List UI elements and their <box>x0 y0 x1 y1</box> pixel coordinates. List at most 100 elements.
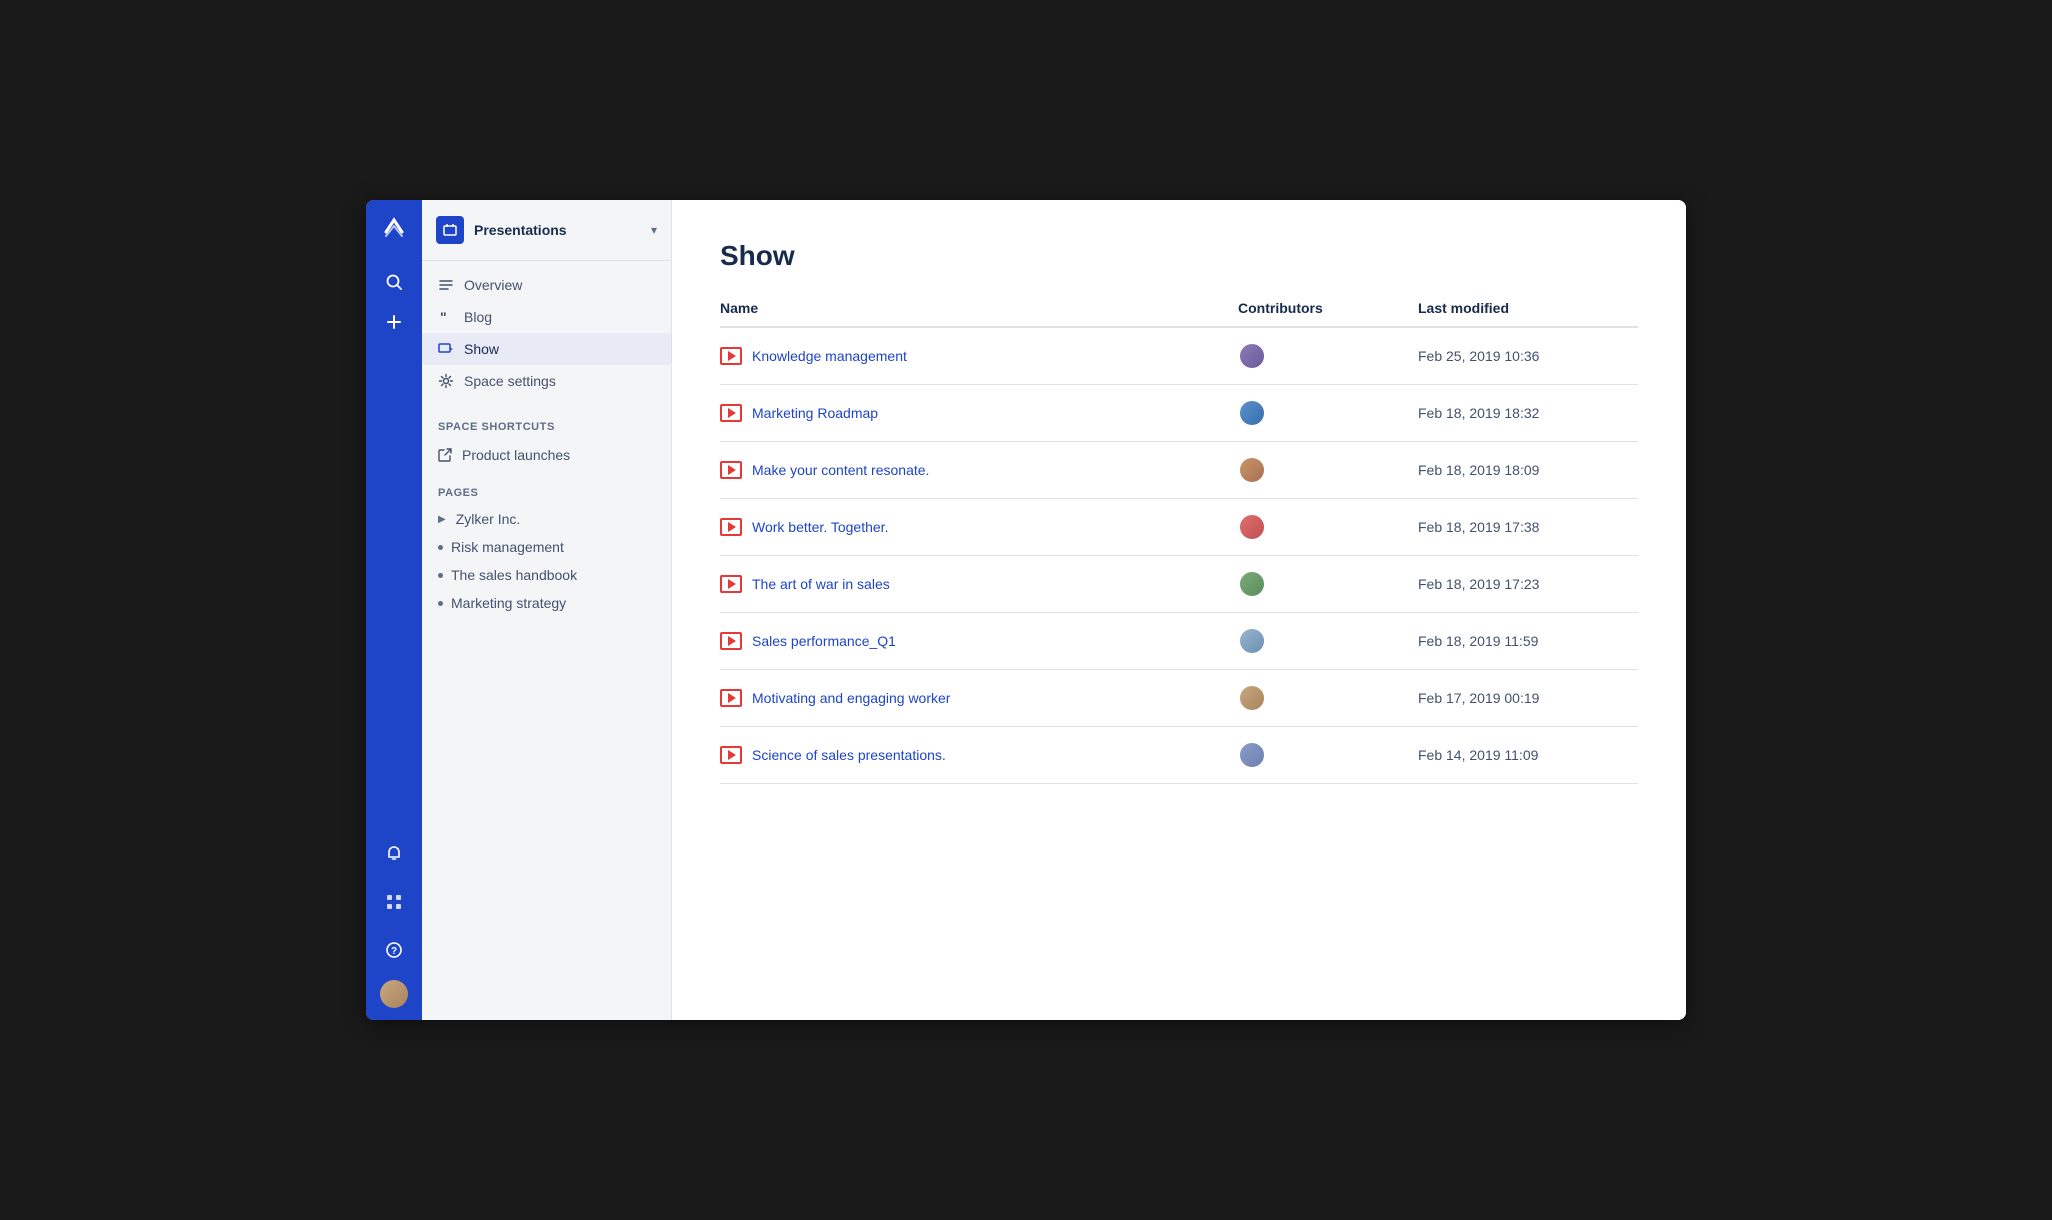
table-rows: Knowledge management Feb 25, 2019 10:36 … <box>720 328 1638 784</box>
presentation-icon <box>720 746 742 764</box>
table-row: Make your content resonate. Feb 18, 2019… <box>720 442 1638 499</box>
date-cell: Feb 18, 2019 17:23 <box>1418 576 1638 592</box>
contributors-cell <box>1238 342 1418 370</box>
help-icon[interactable]: ? <box>376 932 412 968</box>
row-link[interactable]: Knowledge management <box>752 348 907 364</box>
logo[interactable] <box>378 212 410 244</box>
play-icon <box>728 750 736 760</box>
row-link[interactable]: Sales performance_Q1 <box>752 633 896 649</box>
contributors-cell <box>1238 627 1418 655</box>
nav-bar: ? <box>366 200 422 1020</box>
date-cell: Feb 18, 2019 18:09 <box>1418 462 1638 478</box>
avatar <box>1238 741 1266 769</box>
main-content: Show Name Contributors Last modified Kno… <box>672 200 1686 1020</box>
overview-icon <box>438 277 454 293</box>
sidebar-shortcut-product-launches[interactable]: Product launches <box>422 439 671 471</box>
page-zylker-label: Zylker Inc. <box>456 511 521 527</box>
table-row: Science of sales presentations. Feb 14, … <box>720 727 1638 784</box>
date-cell: Feb 18, 2019 11:59 <box>1418 633 1638 649</box>
table-row: The art of war in sales Feb 18, 2019 17:… <box>720 556 1638 613</box>
presentation-icon <box>720 347 742 365</box>
row-link[interactable]: Science of sales presentations. <box>752 747 946 763</box>
sidebar-page-sales-handbook[interactable]: The sales handbook <box>422 561 671 589</box>
table-row: Knowledge management Feb 25, 2019 10:36 <box>720 328 1638 385</box>
col-name: Name <box>720 300 1238 316</box>
play-icon <box>728 522 736 532</box>
table-row: Sales performance_Q1 Feb 18, 2019 11:59 <box>720 613 1638 670</box>
row-link[interactable]: Make your content resonate. <box>752 462 929 478</box>
sidebar-item-show[interactable]: Show <box>422 333 671 365</box>
row-name-cell: Work better. Together. <box>720 518 1238 536</box>
presentation-icon <box>720 689 742 707</box>
date-cell: Feb 18, 2019 18:32 <box>1418 405 1638 421</box>
play-icon <box>728 579 736 589</box>
presentation-icon <box>438 341 454 357</box>
shortcuts-title: SPACE SHORTCUTS <box>422 405 671 439</box>
search-icon[interactable] <box>376 264 412 300</box>
table-container: Name Contributors Last modified Knowledg… <box>720 300 1638 784</box>
play-icon <box>728 351 736 361</box>
play-icon <box>728 636 736 646</box>
overview-label: Overview <box>464 277 522 293</box>
settings-label: Space settings <box>464 373 556 389</box>
gear-icon <box>438 373 454 389</box>
date-cell: Feb 14, 2019 11:09 <box>1418 747 1638 763</box>
row-name-cell: Knowledge management <box>720 347 1238 365</box>
row-name-cell: Marketing Roadmap <box>720 404 1238 422</box>
page-marketing-label: Marketing strategy <box>451 595 566 611</box>
play-icon <box>728 465 736 475</box>
row-link[interactable]: Marketing Roadmap <box>752 405 878 421</box>
sidebar-page-risk[interactable]: Risk management <box>422 533 671 561</box>
contributors-cell <box>1238 399 1418 427</box>
page-risk-label: Risk management <box>451 539 564 555</box>
avatar <box>1238 684 1266 712</box>
presentation-icon <box>720 461 742 479</box>
row-name-cell: Motivating and engaging worker <box>720 689 1238 707</box>
row-link[interactable]: Work better. Together. <box>752 519 888 535</box>
sidebar-item-overview[interactable]: Overview <box>422 269 671 301</box>
sidebar-page-zylker[interactable]: ▶ Zylker Inc. <box>422 505 671 533</box>
expand-icon: ▶ <box>438 514 446 525</box>
table-row: Marketing Roadmap Feb 18, 2019 18:32 <box>720 385 1638 442</box>
col-modified: Last modified <box>1418 300 1638 316</box>
user-avatar[interactable] <box>380 980 408 1008</box>
bullet-icon <box>438 545 443 550</box>
presentation-icon <box>720 518 742 536</box>
row-link[interactable]: Motivating and engaging worker <box>752 690 950 706</box>
presentation-icon <box>720 575 742 593</box>
row-name-cell: Science of sales presentations. <box>720 746 1238 764</box>
presentation-icon <box>720 632 742 650</box>
svg-text:?: ? <box>391 946 397 957</box>
space-name: Presentations <box>474 222 641 238</box>
presentation-icon <box>720 404 742 422</box>
avatar <box>1238 456 1266 484</box>
contributors-cell <box>1238 456 1418 484</box>
pages-title: PAGES <box>422 471 671 505</box>
avatar <box>1238 399 1266 427</box>
contributors-cell <box>1238 741 1418 769</box>
bullet-icon <box>438 601 443 606</box>
contributors-cell <box>1238 570 1418 598</box>
notifications-icon[interactable] <box>376 836 412 872</box>
sidebar-item-settings[interactable]: Space settings <box>422 365 671 397</box>
apps-icon[interactable] <box>376 884 412 920</box>
date-cell: Feb 25, 2019 10:36 <box>1418 348 1638 364</box>
sidebar-page-marketing[interactable]: Marketing strategy <box>422 589 671 617</box>
show-label: Show <box>464 341 499 357</box>
play-icon <box>728 408 736 418</box>
quote-icon: " <box>438 309 454 325</box>
col-contributors: Contributors <box>1238 300 1418 316</box>
row-link[interactable]: The art of war in sales <box>752 576 890 592</box>
avatar <box>1238 342 1266 370</box>
blog-label: Blog <box>464 309 492 325</box>
contributors-cell <box>1238 513 1418 541</box>
date-cell: Feb 18, 2019 17:38 <box>1418 519 1638 535</box>
table-row: Motivating and engaging worker Feb 17, 2… <box>720 670 1638 727</box>
add-icon[interactable] <box>376 304 412 340</box>
sidebar-item-blog[interactable]: " Blog <box>422 301 671 333</box>
date-cell: Feb 17, 2019 00:19 <box>1418 690 1638 706</box>
space-header[interactable]: Presentations ▾ <box>422 200 671 261</box>
table-header: Name Contributors Last modified <box>720 300 1638 328</box>
space-icon <box>436 216 464 244</box>
avatar <box>1238 627 1266 655</box>
